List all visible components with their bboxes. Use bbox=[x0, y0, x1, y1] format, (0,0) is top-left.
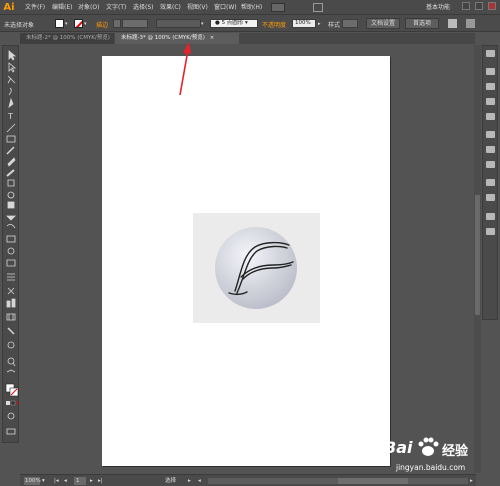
chevron-down-icon[interactable]: ▾ bbox=[84, 21, 87, 27]
stroke-swatch[interactable] bbox=[74, 19, 83, 28]
scrollbar-thumb[interactable] bbox=[475, 195, 480, 315]
workspace-switcher[interactable]: 基本功能 bbox=[426, 3, 450, 13]
menu-edit[interactable]: 编辑(E) bbox=[52, 3, 72, 13]
paw-logo-icon bbox=[418, 437, 439, 456]
placed-image[interactable] bbox=[193, 213, 320, 323]
appearance-icon[interactable] bbox=[486, 179, 495, 186]
app-logo: Ai bbox=[3, 2, 15, 13]
swatches-icon[interactable] bbox=[486, 83, 495, 90]
menu-bar: Ai 文件(F) 编辑(E) 对象(O) 文字(T) 选择(S) 效果(C) 视… bbox=[0, 0, 500, 15]
status-tool-label: 选择 bbox=[165, 478, 177, 484]
vertical-scrollbar[interactable] bbox=[474, 45, 481, 473]
arrange-icon[interactable] bbox=[448, 19, 457, 28]
tool-icons[interactable]: T bbox=[3, 46, 20, 444]
chevron-right-icon[interactable]: ▸ bbox=[188, 477, 191, 485]
graphic-style-swatch[interactable] bbox=[342, 19, 358, 28]
color-guide-icon[interactable] bbox=[486, 68, 495, 75]
svg-text:T: T bbox=[7, 112, 13, 121]
panel-dock bbox=[482, 45, 498, 320]
watermark-product: 经验 bbox=[442, 444, 469, 459]
graphic-styles-icon[interactable] bbox=[486, 194, 495, 201]
menu-file[interactable]: 文件(F) bbox=[25, 3, 45, 13]
opacity-label[interactable]: 不透明度 bbox=[262, 20, 286, 29]
artboard-number-field[interactable]: 1 bbox=[74, 477, 86, 485]
tools-panel: T bbox=[2, 45, 20, 444]
tab-document-2[interactable]: 未标题-2* @ 100% (CMYK/预览)× bbox=[20, 33, 119, 44]
preferences-button[interactable]: 首选项 bbox=[405, 18, 439, 29]
zoom-field[interactable]: 100% bbox=[24, 477, 41, 485]
artboards-icon[interactable] bbox=[486, 228, 495, 235]
scroll-left-icon[interactable]: ◂ bbox=[198, 477, 201, 485]
tab-label: 未标题-2* @ 100% (CMYK/预览) bbox=[26, 35, 110, 41]
watermark-brand: Bai bbox=[384, 438, 413, 457]
previous-artboard-icon[interactable]: ◂ bbox=[64, 477, 67, 485]
close-tab-icon[interactable]: × bbox=[210, 33, 214, 44]
close-icon[interactable] bbox=[488, 2, 496, 10]
fill-swatch[interactable] bbox=[55, 19, 64, 28]
opacity-field[interactable]: 100% bbox=[292, 19, 316, 28]
stroke-panel-icon[interactable] bbox=[486, 131, 495, 138]
variable-width-profile[interactable] bbox=[156, 19, 201, 28]
chevron-down-icon[interactable]: ▾ bbox=[201, 21, 204, 27]
menu-window[interactable]: 窗口(W) bbox=[214, 3, 237, 13]
watermark-url: jingyan.baidu.com bbox=[396, 463, 466, 472]
transparency-icon[interactable] bbox=[486, 161, 495, 168]
menu-help[interactable]: 帮助(H) bbox=[241, 3, 262, 13]
brush-definition[interactable]: ● 5 点圆形 ▾ bbox=[210, 19, 258, 28]
brush-value: 5 点圆形 bbox=[221, 20, 244, 26]
chevron-right-icon[interactable]: ▸ bbox=[318, 21, 321, 27]
annotation-arrow bbox=[179, 42, 191, 96]
menu-type[interactable]: 文字(T) bbox=[106, 3, 126, 13]
menu-select[interactable]: 选择(S) bbox=[133, 3, 154, 13]
control-bar: 未选择对象 ▾ ▾ 描边 ▾ ● 5 点圆形 ▾ 不透明度 100% ▸ 样式 … bbox=[0, 15, 500, 32]
document-tab-row: 未标题-2* @ 100% (CMYK/预览)× 未标题-3* @ 100% (… bbox=[20, 33, 475, 44]
symbols-icon[interactable] bbox=[486, 113, 495, 120]
chevron-down-icon[interactable]: ▾ bbox=[65, 21, 68, 27]
color-panel-icon[interactable] bbox=[486, 50, 495, 57]
bridge-icon[interactable] bbox=[271, 3, 285, 12]
stroke-weight-field[interactable] bbox=[122, 19, 148, 28]
arrange-documents-icon[interactable] bbox=[313, 3, 323, 12]
stroke-label[interactable]: 描边 bbox=[96, 20, 108, 29]
panel-menu-icon[interactable] bbox=[466, 19, 475, 28]
last-artboard-icon[interactable]: ▸| bbox=[98, 477, 103, 485]
style-label: 样式 bbox=[328, 22, 341, 29]
menu-effect[interactable]: 效果(C) bbox=[160, 3, 181, 13]
first-artboard-icon[interactable]: |◂ bbox=[54, 477, 59, 485]
brushes-icon[interactable] bbox=[486, 98, 495, 105]
stroke-weight-stepper[interactable] bbox=[113, 19, 121, 28]
gradient-icon[interactable] bbox=[486, 146, 495, 153]
layers-icon[interactable] bbox=[486, 213, 495, 220]
chevron-down-icon[interactable]: ▾ bbox=[42, 477, 45, 485]
maximize-icon[interactable] bbox=[475, 2, 483, 10]
minimize-icon[interactable] bbox=[462, 2, 470, 10]
selection-status: 未选择对象 bbox=[4, 22, 35, 29]
menu-view[interactable]: 视图(V) bbox=[187, 3, 208, 13]
watermark: Bai 经验 jingyan.baidu.com bbox=[384, 436, 496, 486]
menu-object[interactable]: 对象(O) bbox=[78, 3, 99, 13]
document-setup-button[interactable]: 文档设置 bbox=[366, 18, 400, 29]
next-artboard-icon[interactable]: ▸ bbox=[90, 477, 93, 485]
logo-sketch-image bbox=[215, 227, 297, 309]
